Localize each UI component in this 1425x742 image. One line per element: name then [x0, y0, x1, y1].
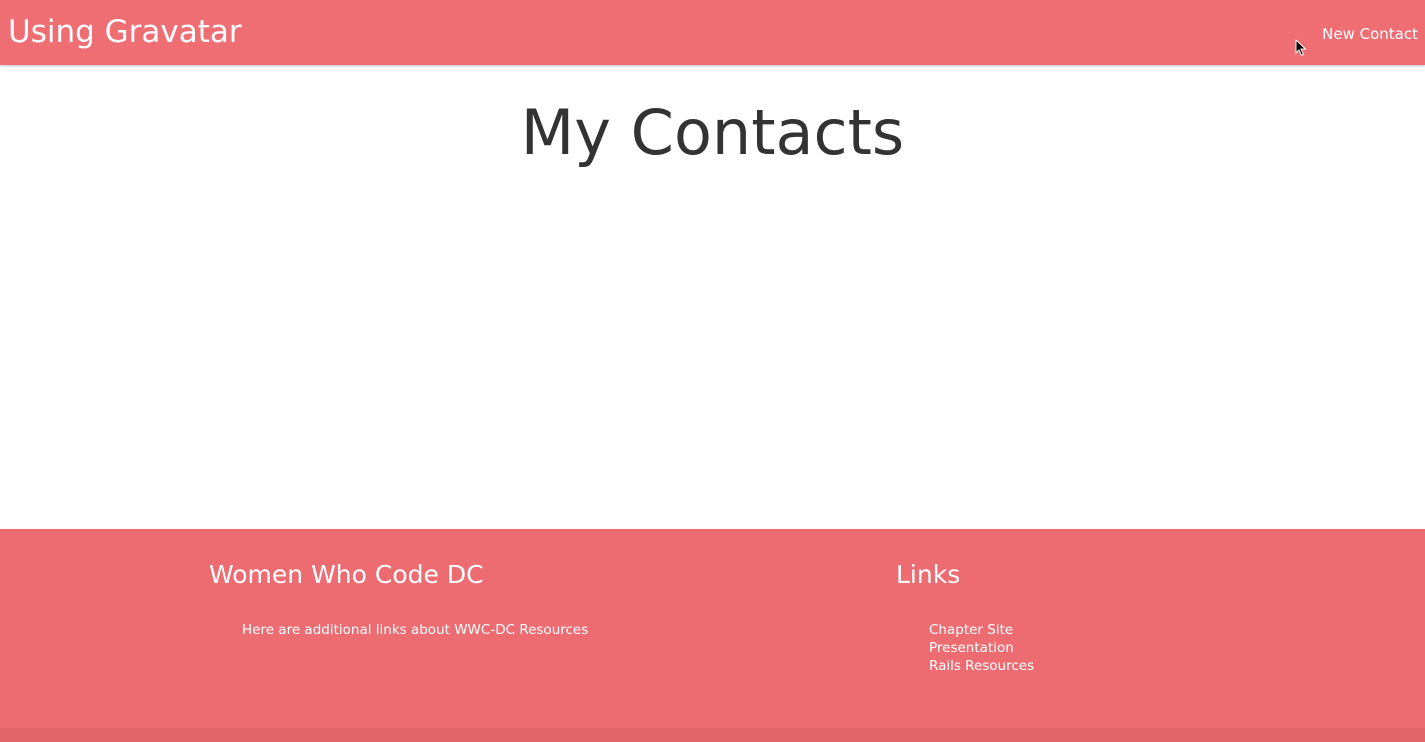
- chapter-site-link[interactable]: Chapter Site: [929, 622, 1013, 638]
- brand-link[interactable]: Using Gravatar: [8, 13, 242, 51]
- page-title: My Contacts: [520, 96, 905, 169]
- list-item: Chapter Site: [929, 621, 1034, 639]
- footer-about-section: Women Who Code DC Here are additional li…: [209, 559, 588, 639]
- top-navbar: Using Gravatar New Contact: [0, 0, 1425, 65]
- footer-about-text: Here are additional links about WWC-DC R…: [242, 622, 589, 638]
- footer-bottom-bar: [0, 728, 1425, 742]
- footer-links-heading: Links: [896, 560, 961, 589]
- rails-resources-link[interactable]: Rails Resources: [929, 658, 1034, 674]
- footer-links-list: Chapter Site Presentation Rails Resource…: [929, 621, 1034, 675]
- presentation-link[interactable]: Presentation: [929, 640, 1014, 656]
- list-item: Presentation: [929, 639, 1034, 657]
- footer-links-section: Links Chapter Site Presentation Rails Re…: [896, 559, 1034, 675]
- footer-about-heading: Women Who Code DC: [209, 560, 484, 589]
- new-contact-link[interactable]: New Contact: [1322, 25, 1418, 43]
- mouse-cursor-icon: [1295, 39, 1307, 57]
- list-item: Rails Resources: [929, 657, 1034, 675]
- footer: Women Who Code DC Here are additional li…: [0, 529, 1425, 728]
